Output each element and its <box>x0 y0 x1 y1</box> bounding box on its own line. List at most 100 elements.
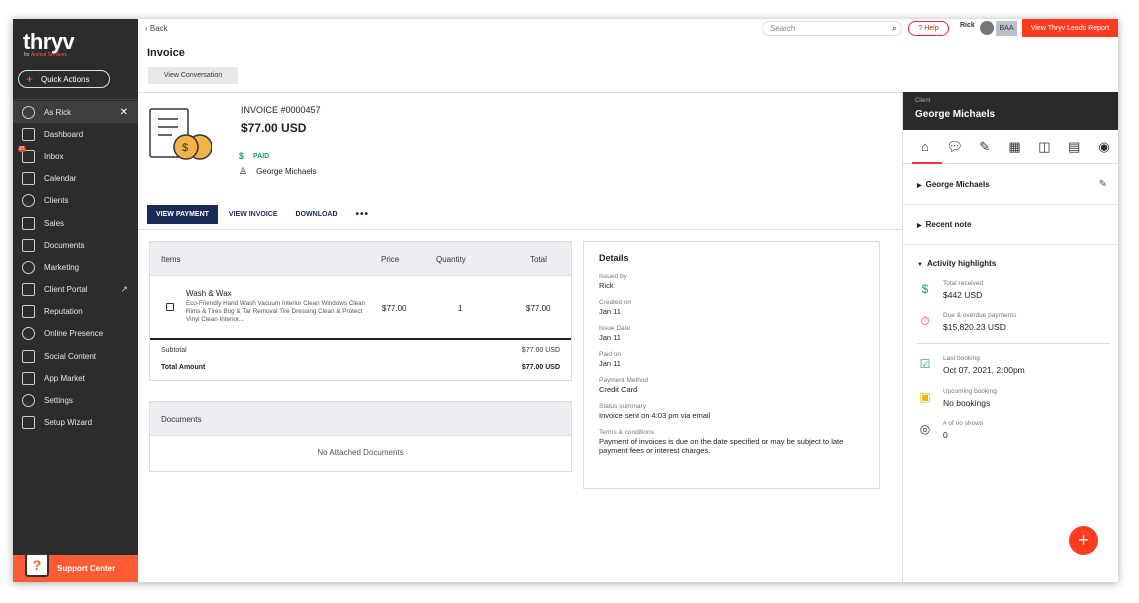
detail-value: Invoice sent on 4:03 pm via email <box>599 411 711 420</box>
client-portal-icon <box>22 283 35 297</box>
detail-value: Jan 11 <box>599 333 621 342</box>
item-quantity: 1 <box>458 304 463 313</box>
section-activity[interactable]: ▼ Activity highlights <box>903 245 1118 275</box>
section-note-label: Recent note <box>925 220 972 229</box>
sidebar-item-label: Documents <box>44 240 85 250</box>
caret-right-icon: ▶ <box>917 183 922 189</box>
sidebar-item-marketing[interactable]: Marketing <box>13 256 138 278</box>
add-fab-button[interactable]: + <box>1069 526 1098 555</box>
item-total: $77.00 <box>526 304 551 313</box>
sidebar-item-label: Settings <box>44 396 73 406</box>
sidebar-item-label: Setup Wizard <box>44 418 93 428</box>
sidebar-item-as-rick[interactable]: As Rick ✕ <box>13 101 138 124</box>
sidebar-item-settings[interactable]: Settings <box>13 389 138 411</box>
quick-actions-button[interactable]: + Quick Actions <box>18 70 110 88</box>
note-icon[interactable]: ✎ <box>970 130 1000 164</box>
business-initials[interactable]: BAA <box>996 21 1017 36</box>
invoice-client[interactable]: ♙ George Michaels <box>239 166 317 177</box>
support-center-button[interactable]: ? Support Center <box>13 552 138 582</box>
tab-view-payment[interactable]: VIEW PAYMENT <box>147 205 218 224</box>
sidebar-item-label: Marketing <box>44 262 80 272</box>
total-amount-label: Total Amount <box>161 364 206 371</box>
sidebar-item-inbox[interactable]: 37 Inbox <box>13 145 138 167</box>
detail-label: Issued by <box>599 273 627 280</box>
detail-label: Payment Method <box>599 377 649 384</box>
help-button[interactable]: ? Help <box>908 21 949 36</box>
edit-icon[interactable]: ✎ <box>1099 164 1107 205</box>
sidebar-item-sales[interactable]: Sales <box>13 212 138 234</box>
external-link-icon[interactable]: ↗ <box>120 284 128 295</box>
highlight-value: No bookings <box>943 398 991 408</box>
clients-icon <box>22 194 35 208</box>
item-description: Eco-Friendly Hand Wash Vacuum Interior C… <box>186 300 366 323</box>
sidebar-item-label: Social Content <box>44 351 97 361</box>
settings-icon <box>22 394 35 408</box>
header-quantity: Quantity <box>436 255 466 264</box>
inbox-badge: 37 <box>18 145 26 152</box>
client-avatar-icon[interactable]: ◉ <box>1089 130 1118 164</box>
user-name[interactable]: Rick <box>960 22 975 29</box>
calendar-icon <box>22 172 35 186</box>
search-input[interactable]: Search ⌕ <box>762 21 902 36</box>
sidebar-item-dashboard[interactable]: Dashboard <box>13 123 138 145</box>
inbox-icon: 37 <box>18 145 35 163</box>
close-icon[interactable]: ✕ <box>120 107 128 118</box>
social-icon <box>22 349 35 363</box>
highlight-label: Due & overdue payments <box>943 312 1017 319</box>
invoice-client-name: George Michaels <box>256 167 317 176</box>
highlight-label: Total received <box>943 280 984 287</box>
payments-icon[interactable]: ◫ <box>1029 130 1059 164</box>
avatar[interactable] <box>980 21 994 35</box>
calendar-icon[interactable]: ▦ <box>1000 130 1030 164</box>
sidebar-item-setup-wizard[interactable]: Setup Wizard <box>13 412 138 434</box>
sidebar-item-app-market[interactable]: App Market <box>13 367 138 389</box>
document-icon[interactable]: ▤ <box>1059 130 1089 164</box>
detail-label: Paid on <box>599 351 622 358</box>
sidebar-nav: As Rick ✕ Dashboard 37 Inbox Calendar Clie… <box>13 101 138 434</box>
highlight-label: Last booking <box>943 355 980 362</box>
tab-view-invoice[interactable]: VIEW INVOICE <box>220 205 287 224</box>
sidebar-item-calendar[interactable]: Calendar <box>13 168 138 190</box>
section-recent-note[interactable]: ▶ Recent note <box>903 205 1118 245</box>
details-title: Details <box>599 253 629 263</box>
back-link[interactable]: ‹ Back <box>145 24 168 33</box>
more-options-icon[interactable]: ••• <box>347 205 379 224</box>
sales-icon <box>22 216 35 230</box>
sidebar-item-label: Online Presence <box>44 329 104 339</box>
sidebar-item-label: Clients <box>44 196 69 206</box>
documents-icon <box>22 238 35 252</box>
search-icon[interactable]: ⌕ <box>892 22 897 35</box>
sidebar-item-social-content[interactable]: Social Content <box>13 345 138 367</box>
globe-icon <box>22 327 35 341</box>
section-activity-label: Activity highlights <box>926 259 997 268</box>
sidebar-item-online-presence[interactable]: Online Presence <box>13 323 138 345</box>
client-panel-tabs: ⌂ 💬︎ ✎ ▦ ◫ ▤ ◉ <box>903 130 1118 164</box>
view-conversation-button[interactable]: View Conversation <box>148 67 238 84</box>
caret-right-icon: ▶ <box>917 223 922 229</box>
documents-title: Documents <box>161 415 202 424</box>
sidebar-item-clients[interactable]: Clients <box>13 190 138 212</box>
sidebar-item-client-portal[interactable]: Client Portal ↗ <box>13 279 138 301</box>
sidebar-item-label: Inbox <box>44 151 64 161</box>
tab-download[interactable]: DOWNLOAD <box>287 205 347 224</box>
sidebar-item-documents[interactable]: Documents <box>13 234 138 256</box>
app-window: thryv for Animal Services + Quick Actions… <box>13 19 1118 582</box>
app-market-icon <box>22 371 35 385</box>
highlight-last-booking: ☑ Last booking Oct 07, 2021, 2:00pm <box>917 355 1107 385</box>
sidebar-item-label: Client Portal <box>44 285 88 295</box>
section-client[interactable]: ▶ George Michaels ✎ <box>903 164 1118 205</box>
details-card: Details Issued by Rick Created on Jan 11… <box>583 241 880 489</box>
home-icon[interactable]: ⌂ <box>910 130 942 164</box>
sidebar-item-reputation[interactable]: Reputation <box>13 301 138 323</box>
subtotal-value: $77.00 USD <box>521 347 560 354</box>
detail-value: Credit Card <box>599 385 638 394</box>
item-price: $77.00 <box>382 304 407 313</box>
sidebar-item-label: App Market <box>44 373 85 383</box>
documents-header: Documents <box>150 402 571 436</box>
money-hand-icon: $ <box>921 282 929 296</box>
dashboard-icon <box>22 127 35 141</box>
sidebar-item-label: Calendar <box>44 174 77 184</box>
detail-label: Status summary <box>599 403 646 410</box>
view-leads-report-button[interactable]: View Thryv Leads Report <box>1022 19 1118 37</box>
chat-icon[interactable]: 💬︎ <box>940 130 970 164</box>
